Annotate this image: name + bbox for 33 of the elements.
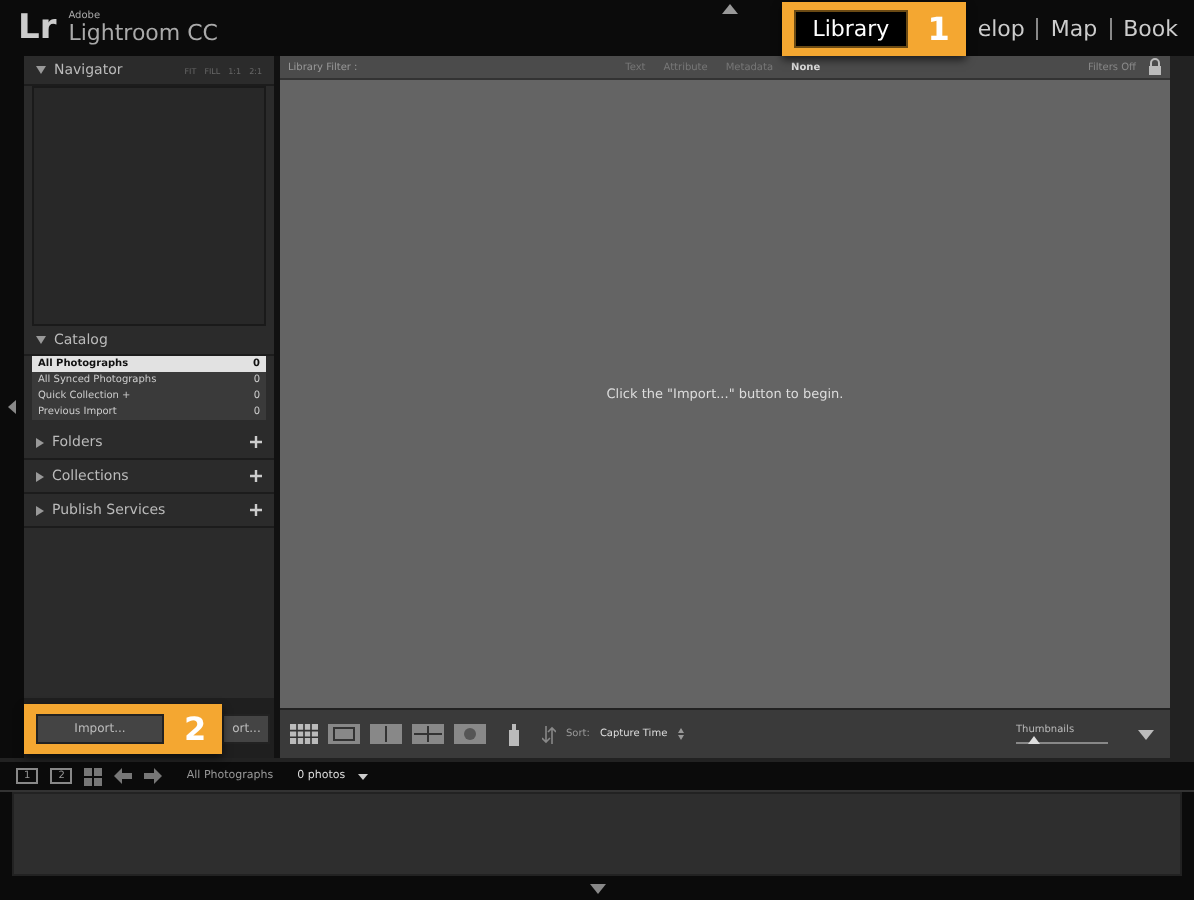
callout-number: 1 <box>927 9 950 47</box>
collapse-arrow-icon[interactable] <box>8 400 16 414</box>
add-icon[interactable] <box>250 504 262 516</box>
expanded-triangle-icon[interactable] <box>36 336 46 344</box>
collapse-arrow-icon[interactable] <box>722 4 738 14</box>
toolbar-menu-icon[interactable] <box>1138 729 1154 739</box>
lock-icon[interactable] <box>1147 58 1162 76</box>
collapse-arrow-icon[interactable] <box>589 883 605 893</box>
caret-icon[interactable] <box>357 773 368 779</box>
grid-view-icon[interactable] <box>290 724 318 744</box>
slider-thumb[interactable] <box>1028 736 1041 744</box>
lightroom-logo: Lr <box>18 8 57 48</box>
product-name: Lightroom CC <box>68 22 218 44</box>
module-tab[interactable]: Book <box>1123 15 1178 41</box>
callout-number: 2 <box>184 709 207 747</box>
module-tab[interactable]: Map <box>1050 15 1098 41</box>
add-icon[interactable] <box>250 470 262 482</box>
module-tab[interactable]: Library <box>794 9 908 47</box>
survey-view-icon[interactable] <box>412 724 444 744</box>
spray-can-icon[interactable] <box>508 723 520 745</box>
module-tab[interactable]: elop <box>977 15 1025 41</box>
collapsed-triangle-icon[interactable] <box>36 471 44 481</box>
expanded-triangle-icon[interactable] <box>36 66 46 74</box>
loupe-view-icon[interactable] <box>328 724 360 744</box>
collapsed-triangle-icon[interactable] <box>36 505 44 515</box>
add-icon[interactable] <box>250 436 262 448</box>
grid-icon[interactable] <box>84 767 103 785</box>
back-arrow-icon[interactable] <box>114 768 133 784</box>
dropdown-arrows-icon[interactable] <box>677 728 684 740</box>
forward-arrow-icon[interactable] <box>144 768 163 784</box>
compare-view-icon[interactable] <box>370 724 402 744</box>
collapsed-triangle-icon[interactable] <box>36 437 44 447</box>
sort-direction-icon[interactable] <box>542 725 556 743</box>
